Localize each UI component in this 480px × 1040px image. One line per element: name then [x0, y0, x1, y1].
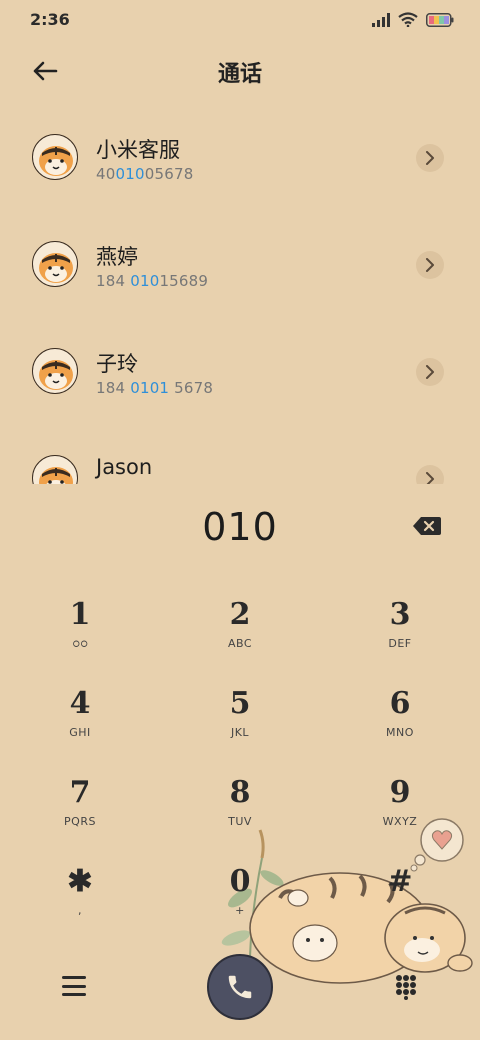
key-star[interactable]: ✱ ,: [20, 865, 140, 945]
header: 通话: [0, 48, 480, 92]
key-digit: #: [387, 864, 413, 899]
contact-list[interactable]: 小米客服 4001005678 燕婷 184 01015689 子玲 184 0…: [0, 104, 480, 484]
key-letters: ,: [78, 904, 82, 917]
chevron-right-icon: [426, 258, 434, 272]
contact-name: 子玲: [96, 352, 138, 376]
key-letters: GHI: [69, 726, 91, 739]
contact-row[interactable]: 小米客服 4001005678: [0, 104, 480, 211]
key-5[interactable]: 5 JKL: [180, 687, 300, 767]
avatar: [32, 134, 78, 180]
key-letters: PQRS: [64, 815, 96, 828]
key-9[interactable]: 9 WXYZ: [340, 776, 460, 856]
dialpad-icon[interactable]: [395, 974, 417, 1000]
contact-name: 小米客服: [96, 138, 180, 162]
contact-row[interactable]: Jason: [0, 425, 480, 484]
key-0[interactable]: 0 +: [180, 865, 300, 945]
voicemail-icon: ഠഠ: [72, 637, 88, 650]
key-digit: 7: [69, 775, 91, 810]
number-part: 05678: [144, 165, 194, 183]
key-letters: ABC: [227, 637, 253, 650]
number-part: 15689: [159, 272, 209, 290]
key-8[interactable]: 8 TUV: [180, 776, 300, 856]
status-icons: [372, 12, 454, 27]
contact-number: 184 0101 5678: [96, 379, 213, 397]
chevron-right-icon: [426, 151, 434, 165]
chevron-right-icon: [426, 365, 434, 379]
contact-row[interactable]: 子玲 184 0101 5678: [0, 318, 480, 425]
menu-icon[interactable]: [60, 972, 88, 1000]
key-letters: DEF: [388, 637, 412, 650]
avatar: [32, 241, 78, 287]
key-digit: 0: [229, 864, 251, 899]
key-2[interactable]: 2 ABC: [180, 598, 300, 678]
key-7[interactable]: 7 PQRS: [20, 776, 140, 856]
backspace-button[interactable]: [412, 515, 442, 537]
signal-icon: [372, 12, 390, 27]
number-match: 010: [130, 272, 160, 290]
key-letters: JKL: [230, 726, 250, 739]
number-match: 010: [115, 165, 145, 183]
contact-detail-button[interactable]: [416, 144, 444, 172]
status-bar: 2:36: [0, 0, 480, 40]
number-part: 5678: [169, 379, 214, 397]
contact-detail-button[interactable]: [416, 465, 444, 484]
key-6[interactable]: 6 MNO: [340, 687, 460, 767]
battery-icon: [426, 12, 454, 27]
contact-number: 4001005678: [96, 165, 193, 183]
contact-detail-button[interactable]: [416, 358, 444, 386]
key-3[interactable]: 3 DEF: [340, 598, 460, 678]
avatar: [32, 348, 78, 394]
key-letters: TUV: [228, 815, 252, 828]
phone-icon: [228, 975, 252, 999]
key-4[interactable]: 4 GHI: [20, 687, 140, 767]
number-part: 40: [96, 165, 116, 183]
key-digit: ✱: [67, 864, 93, 899]
contact-name: Jason: [96, 455, 153, 479]
key-1[interactable]: 1 ഠഠ: [20, 598, 140, 678]
key-digit: 2: [229, 597, 251, 632]
key-letters: WXYZ: [382, 815, 418, 828]
number-match: 0101: [130, 379, 170, 397]
key-digit: 5: [229, 686, 251, 721]
key-digit: 4: [69, 686, 91, 721]
key-digit: 8: [229, 775, 251, 810]
key-digit: 1: [69, 597, 91, 632]
bottom-bar: [0, 950, 480, 1040]
avatar: [32, 455, 78, 484]
call-button[interactable]: [207, 954, 273, 1020]
page-title: 通话: [217, 62, 262, 87]
key-digit: 3: [389, 597, 411, 632]
contact-detail-button[interactable]: [416, 251, 444, 279]
chevron-right-icon: [426, 472, 434, 484]
key-digit: 6: [389, 686, 411, 721]
contact-number: 184 01015689: [96, 272, 208, 290]
key-hash[interactable]: #: [340, 865, 460, 945]
key-letters: MNO: [386, 726, 414, 739]
number-part: 184: [96, 272, 131, 290]
number-part: 184: [96, 379, 131, 397]
status-time: 2:36: [30, 10, 70, 29]
contact-name: 燕婷: [96, 245, 138, 269]
dial-input-display[interactable]: 010: [0, 505, 480, 549]
contact-row[interactable]: 燕婷 184 01015689: [0, 211, 480, 318]
backspace-icon: [413, 517, 441, 535]
key-digit: 9: [389, 775, 411, 810]
wifi-icon: [398, 12, 418, 27]
key-letters: +: [235, 904, 245, 917]
